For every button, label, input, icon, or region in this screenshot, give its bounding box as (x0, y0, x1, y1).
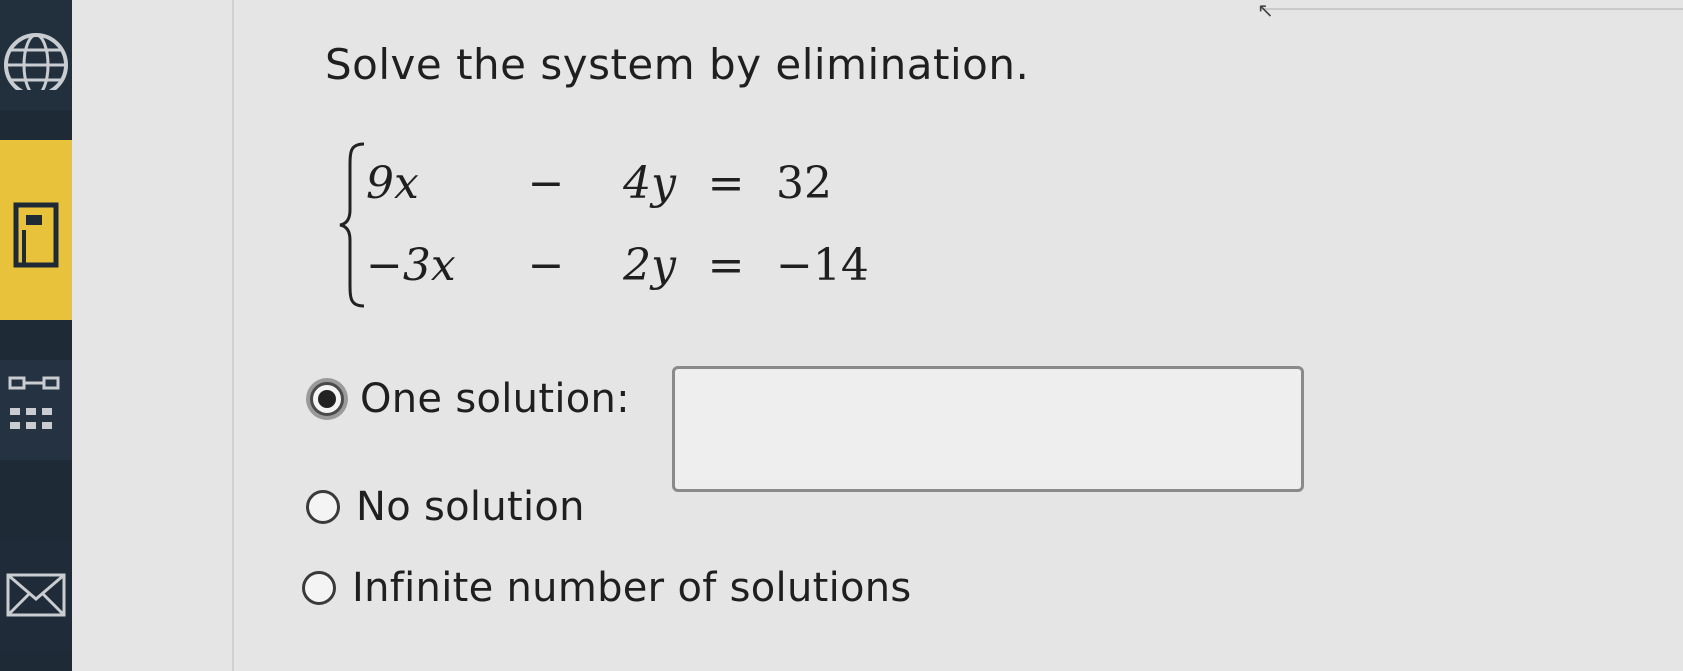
page-top-rule (1262, 8, 1683, 10)
radio-one-solution[interactable] (310, 382, 344, 416)
mouse-cursor-icon: ↖ (1257, 0, 1274, 22)
question-prompt: Solve the system by elimination. (325, 40, 1030, 89)
sidebar (0, 0, 72, 671)
equation-system: 9x − 4y = 32 −3x − 2y = −14 (338, 140, 918, 310)
option-label: One solution: (360, 376, 630, 422)
equation-operator: − (527, 158, 565, 209)
equation-term: 4y (623, 158, 676, 209)
solution-answer-input[interactable] (672, 366, 1304, 492)
equation-term: 9x (366, 158, 419, 209)
equation-row: −3x − 2y = −14 (366, 240, 926, 300)
mail-icon (6, 573, 66, 617)
sidebar-item-mail[interactable] (0, 540, 72, 650)
page-divider (232, 0, 234, 671)
sidebar-item-globe[interactable] (0, 0, 72, 110)
radio-infinite-solutions[interactable] (302, 571, 336, 605)
tools-icon (8, 376, 60, 429)
equation-term: −3x (366, 240, 456, 291)
globe-icon (4, 33, 68, 90)
option-label: No solution (356, 484, 585, 530)
option-one-solution[interactable]: One solution: (310, 376, 630, 422)
option-infinite-solutions[interactable]: Infinite number of solutions (302, 565, 912, 611)
equation-operator: − (527, 240, 565, 291)
equation-constant: 32 (776, 158, 832, 209)
option-label: Infinite number of solutions (352, 565, 912, 611)
calculator-icon (13, 202, 59, 268)
left-brace-icon (339, 142, 365, 308)
sidebar-item-tools[interactable] (0, 360, 72, 460)
equals-sign: = (707, 158, 745, 209)
radio-no-solution[interactable] (306, 490, 340, 524)
equals-sign: = (707, 240, 745, 291)
equation-constant: −14 (776, 240, 869, 291)
equation-row: 9x − 4y = 32 (366, 158, 926, 218)
equation-term: 2y (623, 240, 676, 291)
sidebar-item-calculator[interactable] (0, 140, 72, 320)
option-no-solution[interactable]: No solution (306, 484, 585, 530)
